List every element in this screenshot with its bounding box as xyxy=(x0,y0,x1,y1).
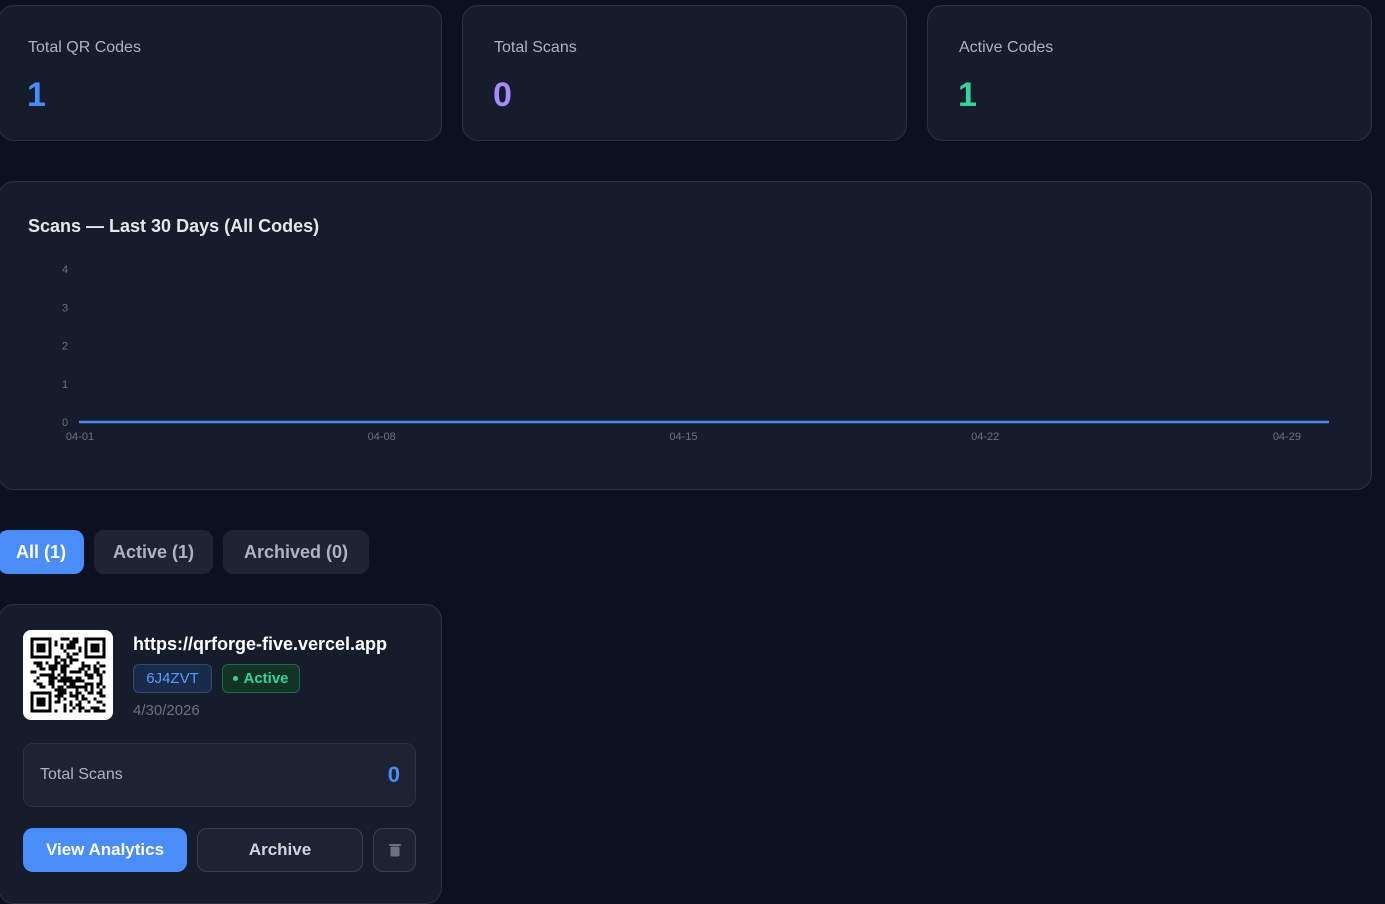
stat-card-active-codes: Active Codes 1 xyxy=(927,5,1372,141)
scans-chart-card: Scans — Last 30 Days (All Codes) 0 1 2 3 4 04… xyxy=(0,181,1372,490)
x-tick-label: 04-29 xyxy=(1273,431,1301,443)
stat-value: 1 xyxy=(958,76,977,114)
stat-label: Active Codes xyxy=(959,39,1054,56)
stat-card-total-scans: Total Scans 0 xyxy=(462,5,907,141)
y-tick-label: 0 xyxy=(62,417,68,429)
y-tick-label: 3 xyxy=(62,302,68,314)
x-tick-label: 04-15 xyxy=(669,431,697,443)
stat-card-total-qr: Total QR Codes 1 xyxy=(0,5,442,141)
view-analytics-button[interactable]: View Analytics xyxy=(23,828,187,872)
scans-line-chart: 0 1 2 3 4 04-01 04-08 04-15 04-22 04-29 xyxy=(62,264,1329,443)
status-badge: Active xyxy=(222,664,300,693)
y-tick-label: 4 xyxy=(62,264,68,276)
tab-active[interactable]: Active (1) xyxy=(94,530,213,574)
total-scans-label: Total Scans xyxy=(40,766,123,783)
x-tick-label: 04-08 xyxy=(368,431,396,443)
created-date: 4/30/2026 xyxy=(133,702,200,719)
x-tick-label: 04-01 xyxy=(66,431,94,443)
y-tick-label: 2 xyxy=(62,341,68,353)
y-tick-label: 1 xyxy=(62,379,68,391)
delete-button[interactable] xyxy=(373,828,416,872)
short-code-badge: 6J4ZVT xyxy=(133,664,212,693)
trash-icon xyxy=(388,844,401,857)
total-scans-panel: Total Scans 0 xyxy=(23,743,416,807)
tab-all[interactable]: All (1) xyxy=(0,530,84,574)
tab-archived[interactable]: Archived (0) xyxy=(223,530,369,574)
qr-code-image[interactable] xyxy=(23,630,113,720)
total-scans-value: 0 xyxy=(387,762,400,787)
x-tick-label: 04-22 xyxy=(971,431,999,443)
stat-value: 1 xyxy=(27,76,46,114)
stat-value: 0 xyxy=(493,76,512,114)
status-dot-icon xyxy=(233,676,239,681)
archive-button[interactable]: Archive xyxy=(197,828,363,872)
stat-label: Total QR Codes xyxy=(28,39,141,56)
qr-destination-url: https://qrforge-five.vercel.app xyxy=(133,634,388,654)
stat-label: Total Scans xyxy=(494,39,577,56)
status-badge-label: Active xyxy=(243,670,289,687)
qr-code-card: https://qrforge-five.vercel.app 6J4ZVT A… xyxy=(0,604,442,904)
